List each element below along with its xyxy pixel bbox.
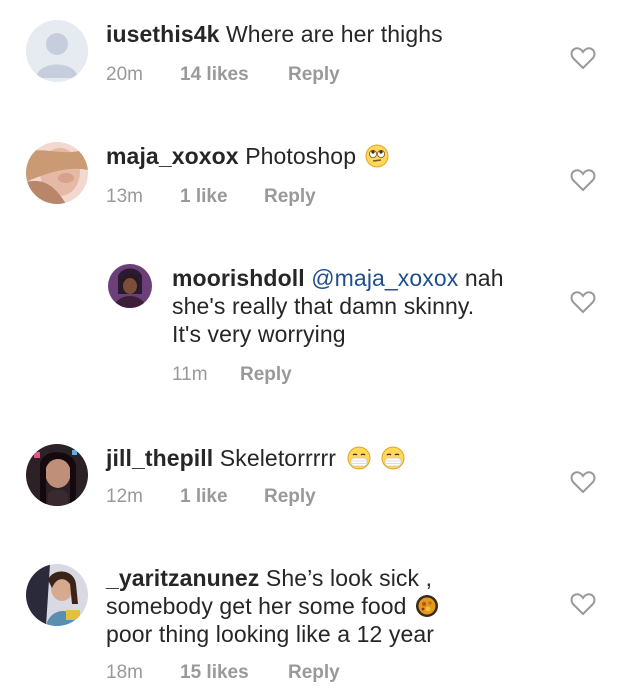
comment-thread: iusethis4k Where are her thighs 20m 14 li… (0, 0, 640, 689)
reply-button[interactable]: Reply (288, 662, 340, 684)
comment-item: maja_xoxox Photoshop 13m 1 like Reply (0, 122, 640, 232)
face-with-medical-mask-emoji (347, 446, 371, 470)
comment-item: _yaritzanunez She’s look sick , somebody… (0, 546, 640, 689)
comment-text: Skeletorrrrr (219, 445, 336, 471)
comment-text: nah (464, 265, 504, 291)
comment-likes[interactable]: 15 likes (180, 662, 288, 684)
comment-username[interactable]: maja_xoxox (106, 143, 239, 169)
user-avatar[interactable] (108, 264, 152, 308)
user-avatar[interactable] (26, 564, 88, 626)
comment-timestamp: 13m (106, 186, 143, 207)
comment-text: poor thing looking like a 12 year (106, 621, 435, 647)
comment-likes[interactable]: 1 like (180, 186, 264, 208)
eye-roll-emoji (365, 144, 389, 168)
comment-text: Photoshop (245, 143, 357, 169)
comment-likes[interactable]: 14 likes (180, 64, 288, 86)
comment-timestamp: 12m (106, 486, 143, 507)
food-emoji (415, 594, 439, 618)
reply-comment-item: moorishdoll @maja_xoxox nah she's really… (0, 262, 640, 402)
reply-button[interactable]: Reply (240, 364, 292, 386)
reply-button[interactable]: Reply (288, 64, 340, 86)
comment-item: jill_thepill Skeletorrrrr 12m 1 like Rep… (0, 424, 640, 534)
like-heart-icon[interactable] (570, 290, 596, 314)
comment-timestamp: 18m (106, 662, 143, 683)
like-heart-icon[interactable] (570, 168, 596, 192)
comment-username[interactable]: iusethis4k (106, 21, 220, 47)
comment-timestamp: 11m (172, 364, 208, 385)
reply-button[interactable]: Reply (264, 186, 316, 208)
comment-likes[interactable]: 1 like (180, 486, 264, 508)
user-avatar[interactable] (26, 444, 88, 506)
default-avatar-icon[interactable] (26, 20, 88, 82)
like-heart-icon[interactable] (570, 592, 596, 616)
like-heart-icon[interactable] (570, 470, 596, 494)
comment-text: She’s look sick , (265, 565, 433, 591)
comment-text: It's very worrying (172, 321, 346, 347)
comment-username[interactable]: moorishdoll (172, 265, 305, 291)
face-with-medical-mask-emoji (381, 446, 405, 470)
like-heart-icon[interactable] (570, 46, 596, 70)
mention-link[interactable]: @maja_xoxox (311, 265, 458, 291)
comment-username[interactable]: jill_thepill (106, 445, 213, 471)
comment-text: Where are her thighs (226, 21, 443, 47)
comment-text: somebody get her some food (106, 593, 407, 619)
comment-item: iusethis4k Where are her thighs 20m 14 li… (0, 0, 640, 110)
comment-username[interactable]: _yaritzanunez (106, 565, 259, 591)
user-avatar[interactable] (26, 142, 88, 204)
comment-text: she's really that damn skinny. (172, 293, 475, 319)
reply-button[interactable]: Reply (264, 486, 316, 508)
comment-timestamp: 20m (106, 64, 143, 85)
